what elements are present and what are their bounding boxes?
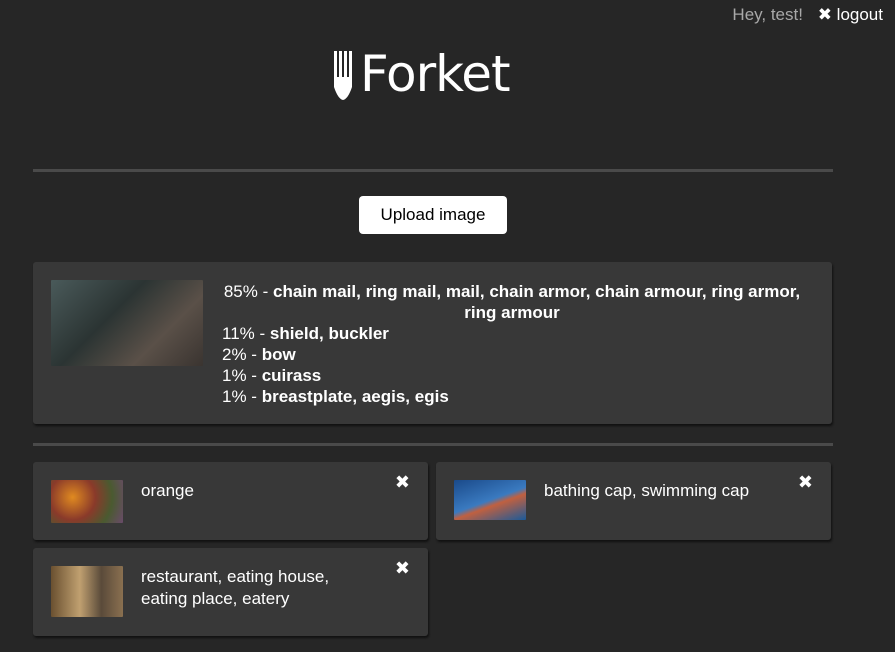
divider <box>33 443 833 446</box>
history-thumbnail <box>454 480 526 520</box>
prediction-item: 85% - chain mail, ring mail, mail, chain… <box>223 282 801 322</box>
history-label: restaurant, eating house, eating place, … <box>141 567 330 608</box>
close-icon[interactable]: ✖ <box>395 558 410 579</box>
uploaded-image <box>51 280 203 366</box>
prediction-item: 2% - bow <box>222 345 296 364</box>
user-bar: Hey, test! ✖ logout <box>732 5 883 25</box>
upload-image-button[interactable]: Upload image <box>359 196 507 234</box>
logo-text: Forket <box>360 45 511 103</box>
logo: Forket <box>332 44 511 104</box>
predictions-list: 85% - chain mail, ring mail, mail, chain… <box>222 281 802 407</box>
logout-link[interactable]: ✖ logout <box>818 5 883 24</box>
history-thumbnail <box>51 566 123 617</box>
history-label: orange <box>141 481 194 500</box>
close-icon[interactable]: ✖ <box>798 472 813 493</box>
prediction-item: 11% - shield, buckler <box>222 324 389 343</box>
divider <box>33 169 833 172</box>
history-label: bathing cap, swimming cap <box>544 481 750 500</box>
prediction-item: 1% - breastplate, aegis, egis <box>222 387 449 406</box>
history-item[interactable]: orange ✖ <box>33 462 428 540</box>
result-card: 85% - chain mail, ring mail, mail, chain… <box>33 262 832 424</box>
fork-icon <box>334 51 352 100</box>
history-thumbnail <box>51 480 123 523</box>
history-item[interactable]: restaurant, eating house, eating place, … <box>33 548 428 636</box>
greeting: Hey, test! <box>732 5 803 24</box>
close-icon[interactable]: ✖ <box>395 472 410 493</box>
history-item[interactable]: bathing cap, swimming cap ✖ <box>436 462 831 540</box>
prediction-item: 1% - cuirass <box>222 366 322 385</box>
